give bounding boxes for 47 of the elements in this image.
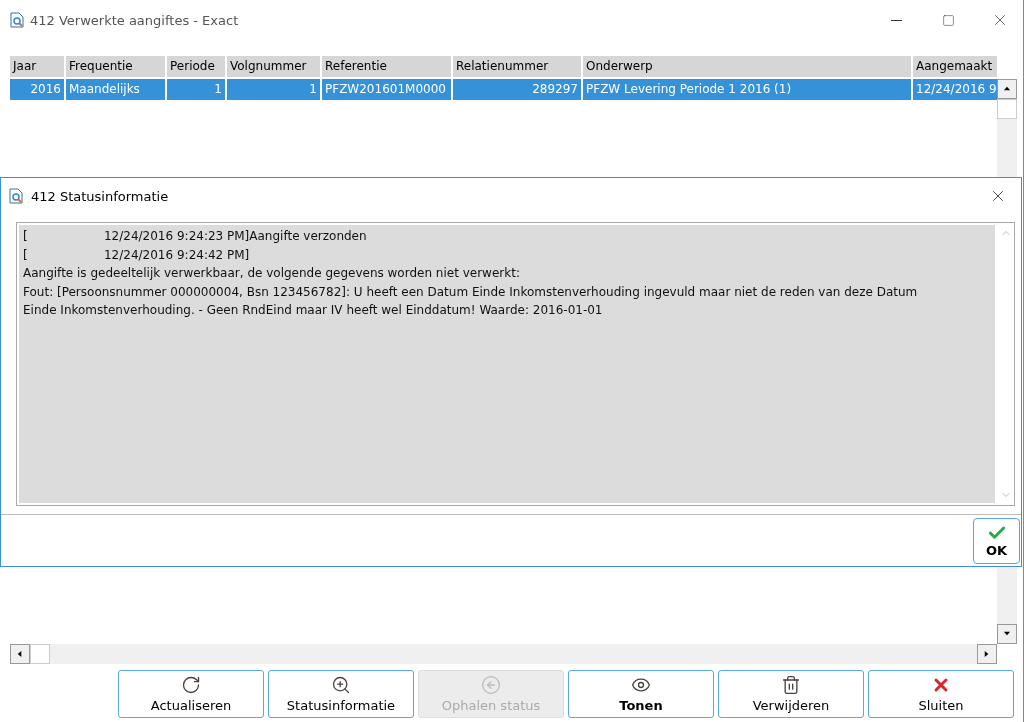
table-cell: PFZW Levering Periode 1 2016 (1) [583,79,911,100]
scroll-left-button[interactable] [10,644,30,664]
scroll-down-button[interactable] [997,624,1017,644]
trash-icon [781,675,801,695]
scroll-up-button[interactable] [997,79,1017,99]
toolbar-button[interactable]: Verwijderen [718,670,864,718]
maximize-icon [941,13,955,27]
zoom-icon [331,675,351,695]
toolbar-button[interactable]: Tonen [568,670,714,718]
column-header[interactable]: Frequentie [66,56,165,77]
table-cell: 1 [167,79,225,100]
status-line: Einde Inkomstenverhouding. - Geen RndEind maar IV heeft wel Einddatum! Waarde: 2016-01-01 [23,302,604,319]
table-cell: 12/24/2016 9 [913,79,997,100]
ok-button[interactable]: OK [973,517,1020,564]
toolbar-button[interactable]: Sluiten [868,670,1014,718]
scroll-thumb[interactable] [997,99,1017,119]
refresh-icon [181,675,201,695]
status-text-area[interactable] [16,222,1015,506]
dialog-title: 412 Statusinformatie [31,188,170,204]
column-header[interactable]: Jaar [10,56,64,77]
table-cell: 2016 [10,79,64,100]
minimize-icon [890,19,902,21]
status-line: [ 12/24/2016 9:24:42 PM] [23,246,251,264]
status-line: Aangifte is gedeeltelijk verwerkbaar, de volgende gegevens worden niet verwerkt: [23,265,521,282]
table-cell: 1 [227,79,320,100]
table-cell: PFZW201601M0000 [322,79,451,100]
toolbar-button[interactable]: Statusinformatie [268,670,414,718]
status-line: Fout: [Persoonsnummer 000000004, Bsn 123456782]: U heeft een Datum Einde Inkomstenverhouding ingevuld maar niet de reden van deze Datum [23,283,919,301]
scroll-right-button[interactable] [977,644,997,664]
column-header[interactable]: Referentie [322,56,451,77]
column-header[interactable]: Volgnummer [227,56,320,77]
app-icon [9,188,23,204]
scroll-thumb[interactable] [30,644,50,664]
column-header[interactable]: Onderwerp [583,56,911,77]
table-cell: 289297 [453,79,581,100]
toolbar-button[interactable]: Actualiseren [118,670,264,718]
status-line: [ 12/24/2016 9:24:23 PM]Aangifte verzonden [23,228,368,245]
triangle-left-icon [16,650,24,658]
window-title: 412 Verwerkte aangiftes - Exact [30,12,240,28]
column-header[interactable]: Aangemaakt [913,56,997,77]
column-header[interactable]: Relatienummer [453,56,581,77]
app-icon [10,12,24,28]
triangle-right-icon [983,650,991,658]
table-cell: Maandelijks [66,79,165,100]
triangle-up-icon [1003,85,1011,93]
column-header[interactable]: Periode [167,56,225,77]
triangle-down-icon [1003,630,1011,638]
